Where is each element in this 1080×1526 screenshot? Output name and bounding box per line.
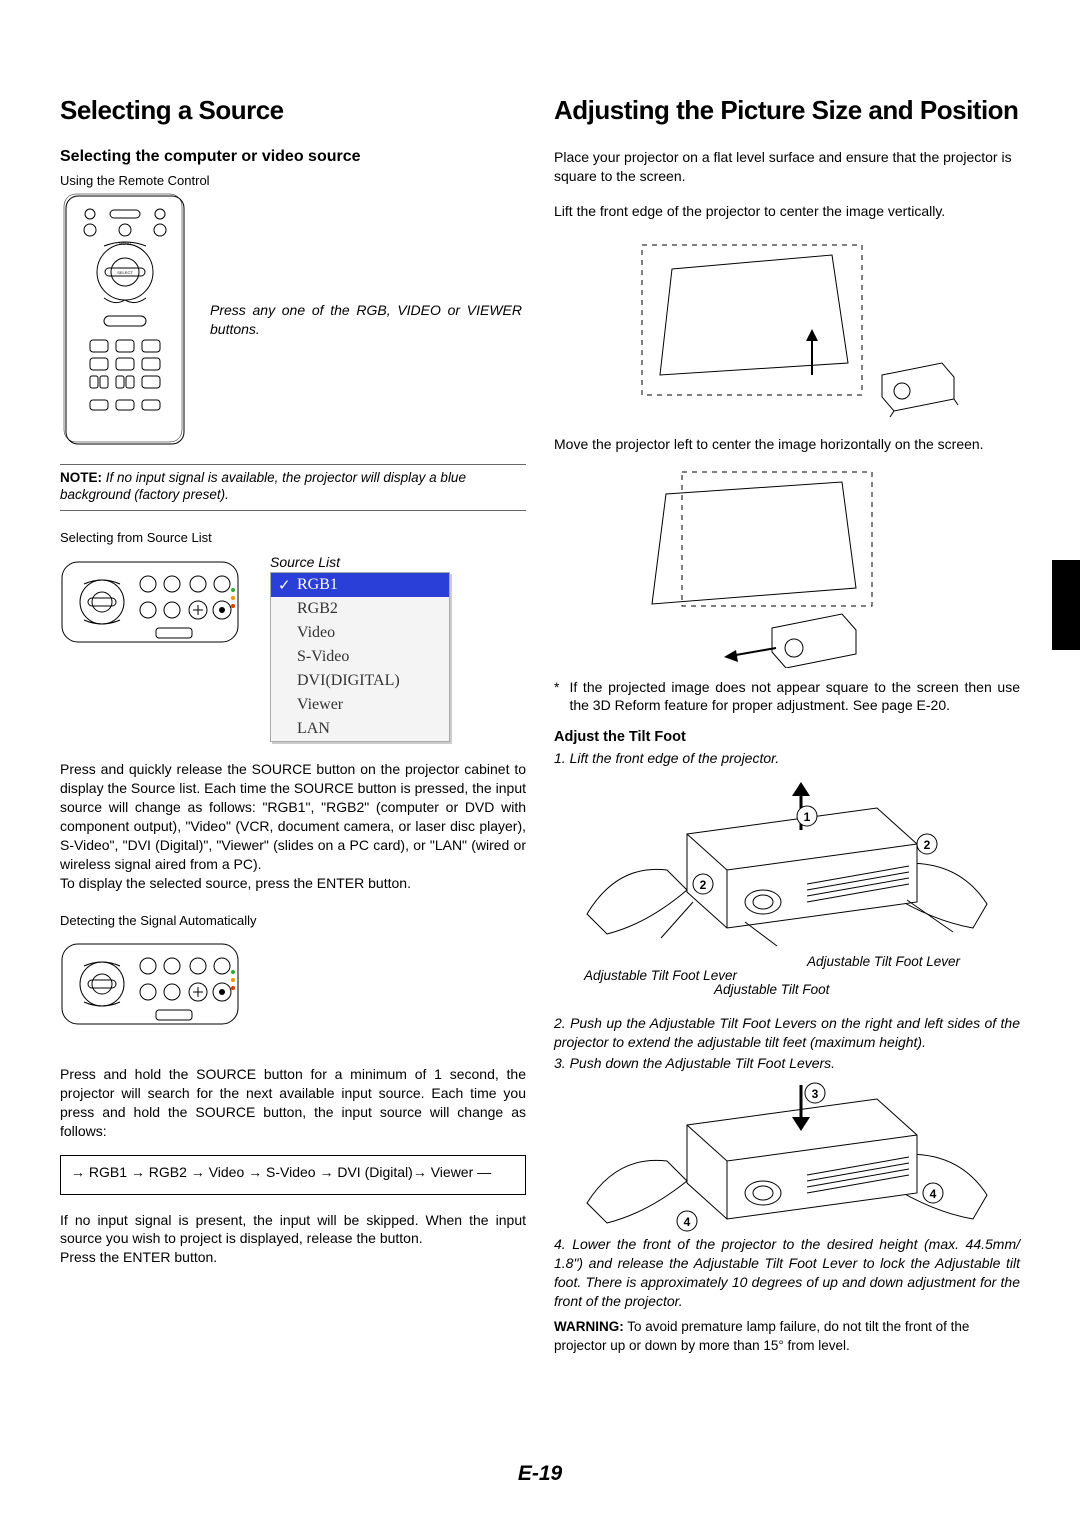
text-lift-front: Lift the front edge of the projector to … [554, 202, 1020, 221]
warning-lead: WARNING: [554, 1319, 624, 1334]
right-column: Adjusting the Picture Size and Position … [554, 95, 1020, 1355]
note-text: If no input signal is available, the pro… [60, 470, 466, 503]
note-lead: NOTE: [60, 470, 102, 485]
heading-adjust-tilt: Adjust the Tilt Foot [554, 729, 1020, 745]
source-list-item: RGB2 [271, 597, 449, 621]
svg-text:2: 2 [924, 838, 931, 852]
tilt-foot-illustration-1: 1 2 2 [577, 774, 997, 954]
source-list-item: Video [271, 621, 449, 645]
source-flow-line: → RGB1 → RGB2 → Video → S-Video → DVI (D… [71, 1156, 515, 1180]
text-move-left: Move the projector left to center the im… [554, 435, 1020, 454]
note-no-signal: NOTE: If no input signal is available, t… [60, 464, 526, 511]
bullet-3d-reform-text: If the projected image does not appear s… [569, 678, 1020, 716]
para-source-list-desc: Press and quickly release the SOURCE but… [60, 760, 526, 873]
svg-text:2: 2 [700, 878, 707, 892]
source-list-item: Viewer [271, 693, 449, 717]
vertical-center-illustration [602, 225, 972, 425]
remote-control-illustration: SELECT MENU [60, 190, 190, 450]
svg-text:MENU: MENU [119, 241, 131, 246]
text-selecting-from-list: Selecting from Source List [60, 529, 526, 547]
tilt-foot-illustration-2: 3 4 4 [577, 1075, 997, 1235]
label-tilt-lever-right: Adjustable Tilt Foot Lever [807, 954, 960, 970]
source-list-item: RGB1 [271, 573, 449, 597]
source-list: RGB1 RGB2 Video S-Video DVI(DIGITAL) Vie… [270, 572, 450, 742]
para-hold-source: Press and hold the SOURCE button for a m… [60, 1065, 526, 1141]
page: Selecting a Source Selecting the compute… [0, 0, 1080, 1526]
text-detecting-auto: Detecting the Signal Automatically [60, 912, 526, 930]
source-list-item: DVI(DIGITAL) [271, 669, 449, 693]
source-list-item: LAN [271, 717, 449, 741]
horizontal-center-illustration [602, 458, 972, 668]
remote-caption: Press any one of the RGB, VIDEO or VIEWE… [210, 301, 526, 339]
heading-selecting-source: Selecting a Source [60, 95, 526, 126]
para-press-enter: Press the ENTER button. [60, 1248, 526, 1267]
bullet-3d-reform: * If the projected image does not appear… [554, 678, 1020, 716]
left-column: Selecting a Source Selecting the compute… [60, 95, 526, 1355]
svg-text:4: 4 [930, 1187, 937, 1201]
para-skip-input: If no input signal is present, the input… [60, 1211, 526, 1249]
svg-text:3: 3 [812, 1087, 819, 1101]
section-tab [1052, 560, 1080, 650]
source-list-title: Source List [270, 554, 450, 570]
svg-text:1: 1 [804, 810, 811, 824]
source-flow-box: → RGB1 → RGB2 → Video → S-Video → DVI (D… [60, 1155, 526, 1195]
para-enter-button: To display the selected source, press th… [60, 874, 526, 893]
text-using-remote: Using the Remote Control [60, 172, 526, 190]
asterisk-icon: * [554, 678, 559, 716]
projector-panel-illustration-2 [60, 936, 240, 1036]
svg-text:4: 4 [684, 1215, 691, 1229]
step-3: 3. Push down the Adjustable Tilt Foot Le… [554, 1054, 1020, 1073]
step-2: 2. Push up the Adjustable Tilt Foot Leve… [554, 1014, 1020, 1052]
step-1: 1. Lift the front edge of the projector. [554, 749, 1020, 768]
remote-illustration-row: SELECT MENU [60, 190, 526, 450]
tilt-figure-1: 1 2 2 Adjustable Tilt Foot Lever Adjusta… [554, 774, 1020, 1000]
subheading-select-comp-video: Selecting the computer or video source [60, 148, 526, 166]
svg-text:SELECT: SELECT [117, 270, 133, 275]
step-4: 4. Lower the front of the projector to t… [554, 1235, 1020, 1311]
page-number: E-19 [0, 1462, 1080, 1486]
source-list-row: Source List RGB1 RGB2 Video S-Video DVI(… [60, 554, 526, 742]
source-list-block: Source List RGB1 RGB2 Video S-Video DVI(… [270, 554, 450, 742]
warning-lamp: WARNING: To avoid premature lamp failure… [554, 1318, 1020, 1354]
text-flat-surface: Place your projector on a flat level sur… [554, 148, 1020, 186]
heading-adjust-picture: Adjusting the Picture Size and Position [554, 95, 1020, 126]
label-tilt-foot: Adjustable Tilt Foot [714, 982, 829, 998]
source-list-item: S-Video [271, 645, 449, 669]
projector-panel-illustration-1 [60, 554, 240, 654]
two-column-layout: Selecting a Source Selecting the compute… [60, 95, 1020, 1355]
